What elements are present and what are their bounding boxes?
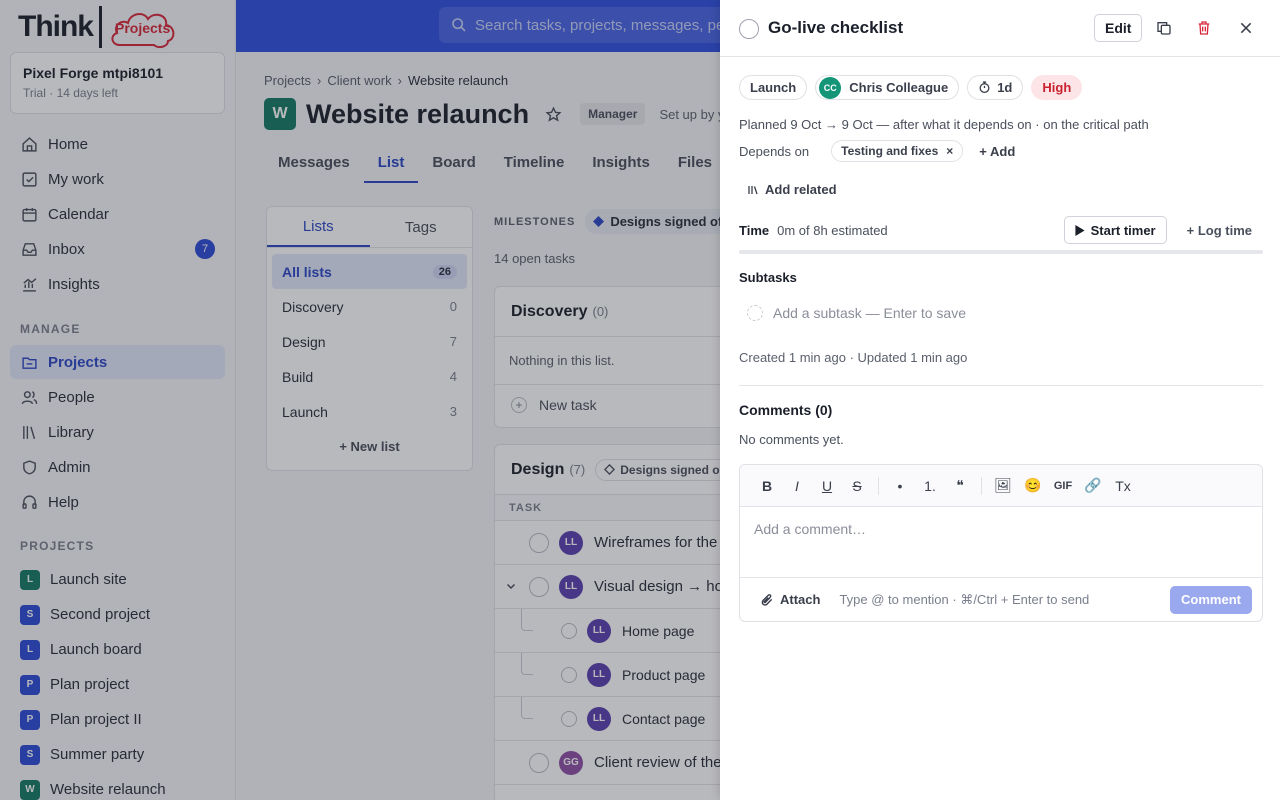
comment-placeholder: Add a comment… (754, 521, 867, 537)
subtask-checkbox-placeholder (747, 305, 763, 321)
comments-heading: Comments (0) (739, 402, 833, 418)
start-timer-label: Start timer (1090, 222, 1156, 238)
image-icon[interactable]: 🖼 (988, 472, 1018, 500)
comment-editor: B I U S • 1. ❝ 🖼 😊 GIF 🔗 Tx Add a commen… (739, 464, 1263, 622)
add-dependency-button[interactable]: + Add (979, 144, 1015, 159)
duration-chip[interactable]: 1d (967, 75, 1024, 100)
underline-button[interactable]: U (812, 472, 842, 500)
dependency-chip[interactable]: Testing and fixes × (831, 140, 964, 162)
task-meta-chips: Launch CC Chris Colleague 1d High (739, 75, 1083, 100)
complete-task-checkbox[interactable] (739, 19, 759, 39)
log-time-button[interactable]: + Log time (1187, 223, 1252, 238)
link-icon[interactable]: 🔗 (1078, 472, 1108, 500)
paperclip-icon (761, 593, 773, 606)
editor-toolbar: B I U S • 1. ❝ 🖼 😊 GIF 🔗 Tx (740, 465, 1262, 507)
library-icon (747, 184, 759, 196)
toolbar-separator (878, 476, 879, 495)
divider (739, 385, 1263, 386)
task-detail-drawer: Go-live checklist Edit Launch CC Chris C… (720, 0, 1280, 800)
subtask-input[interactable]: Add a subtask — Enter to save (747, 305, 966, 321)
attach-label: Attach (780, 592, 821, 607)
trash-icon[interactable] (1195, 19, 1213, 37)
created-updated-text: Created 1 min ago · Updated 1 min ago (739, 350, 968, 365)
task-title: Go-live checklist (768, 18, 904, 37)
clear-format-button[interactable]: Tx (1108, 472, 1138, 500)
quote-button[interactable]: ❝ (945, 472, 975, 500)
stopwatch-icon (978, 81, 991, 94)
assignee-chip[interactable]: CC Chris Colleague (815, 75, 960, 100)
subtasks-label: Subtasks (739, 270, 797, 285)
comment-input[interactable]: Add a comment… (740, 507, 1262, 577)
editor-footer: Attach Type @ to mention · ⌘/Ctrl + Ente… (740, 577, 1262, 621)
toolbar-separator (981, 476, 982, 495)
time-tracking-row: Time 0m of 8h estimated Start timer + Lo… (739, 216, 1263, 244)
drawer-header: Go-live checklist Edit (720, 0, 1280, 57)
list-chip[interactable]: Launch (739, 75, 808, 100)
priority-chip[interactable]: High (1031, 75, 1083, 100)
mention-hint: Type @ to mention · ⌘/Ctrl + Enter to se… (839, 591, 1090, 607)
assignee-name: Chris Colleague (849, 80, 949, 95)
emoji-icon[interactable]: 😊 (1018, 472, 1048, 500)
modal-backdrop[interactable] (0, 0, 720, 800)
add-related-label: Add related (765, 182, 837, 197)
dependencies-row: Depends on Testing and fixes × + Add (739, 140, 1015, 162)
time-value: 0m of 8h estimated (777, 222, 888, 238)
subtask-placeholder: Add a subtask — Enter to save (773, 305, 966, 321)
italic-button[interactable]: I (782, 472, 812, 500)
strikethrough-button[interactable]: S (842, 472, 872, 500)
duplicate-icon[interactable] (1155, 19, 1173, 37)
attach-button[interactable]: Attach (760, 592, 820, 607)
time-label: Time (739, 222, 770, 238)
duration-value: 1d (997, 80, 1013, 95)
no-comments-text: No comments yet. (739, 432, 844, 447)
close-icon[interactable] (1237, 19, 1255, 37)
avatar: CC (819, 76, 842, 99)
dependency-name: Testing and fixes (841, 144, 939, 158)
depends-label: Depends on (739, 143, 810, 159)
planned-dates: Planned 9 Oct → 9 Oct — after what it de… (739, 117, 1149, 132)
ordered-list-button[interactable]: 1. (915, 472, 945, 500)
comment-button[interactable]: Comment (1170, 585, 1252, 614)
play-icon (1075, 224, 1085, 236)
remove-dependency-icon[interactable]: × (946, 144, 953, 158)
start-timer-button[interactable]: Start timer (1063, 216, 1167, 244)
add-related-button[interactable]: Add related (747, 182, 837, 197)
gif-button[interactable]: GIF (1048, 472, 1078, 500)
bold-button[interactable]: B (752, 472, 782, 500)
bullet-list-button[interactable]: • (885, 472, 915, 500)
time-progress-bar (739, 250, 1263, 254)
edit-button[interactable]: Edit (1094, 14, 1143, 42)
